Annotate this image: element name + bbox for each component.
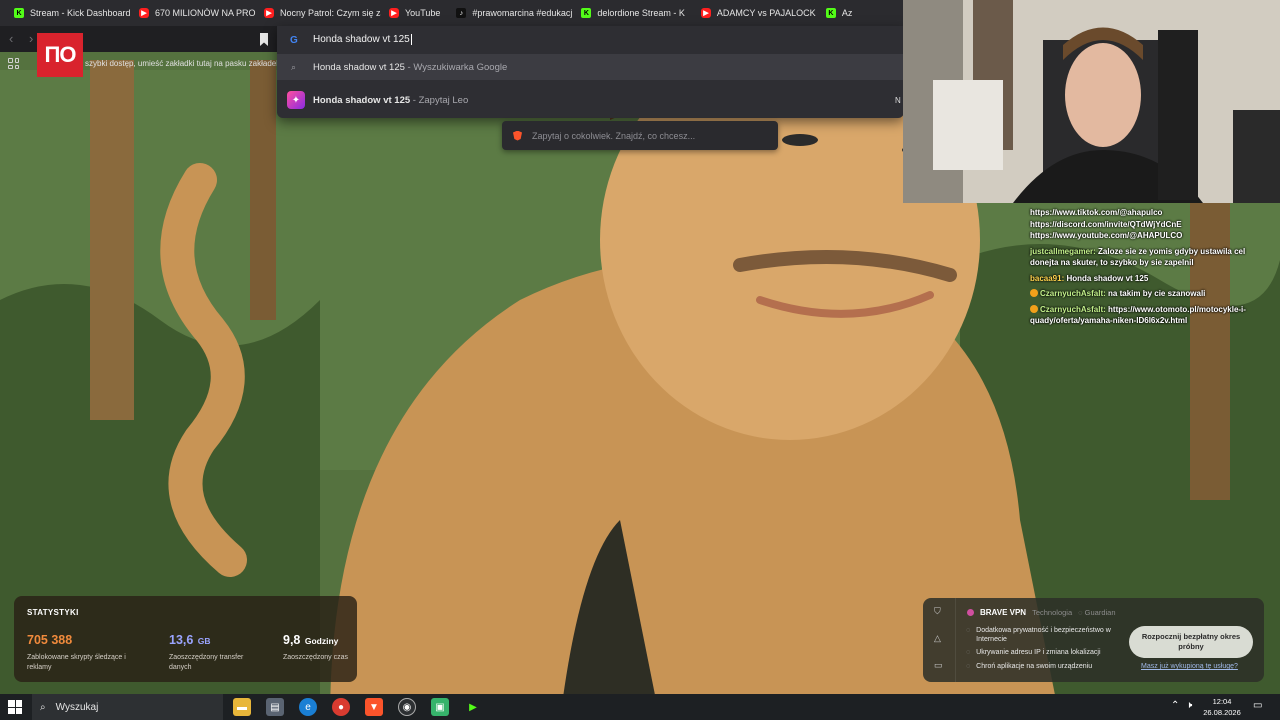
- leo-ask-box[interactable]: Zapytaj o cokolwiek. Znajdź, co chcesz..…: [502, 121, 778, 150]
- chat-message: https://discord.com/invite/QTdWjYdCnE: [1030, 219, 1182, 229]
- chat-message: https://www.youtube.com/@AHAPULCO: [1030, 231, 1183, 240]
- forward-icon[interactable]: ›: [29, 31, 33, 46]
- stat-description: Zaoszczędzony transfer danych: [169, 654, 244, 671]
- time: 12:04: [1212, 697, 1232, 706]
- vpn-logo-icon: [967, 609, 974, 616]
- vpn-feature: ◌ Dodatkowa prywatność i bezpieczeństwo w…: [966, 627, 1111, 643]
- youtube-icon: ▶: [389, 8, 399, 18]
- kick-icon: K: [581, 8, 592, 18]
- clock[interactable]: 12:04 26.08.2026: [1197, 696, 1247, 718]
- windows-start-icon[interactable]: [8, 700, 22, 714]
- kick-icon: K: [825, 8, 836, 18]
- bookmark-item[interactable]: Kdelordione Stream - K: [573, 8, 693, 18]
- stat-trackers: 705 388 Zablokowane skrypty śledzące i r…: [27, 631, 137, 673]
- chrome-icon[interactable]: ●: [332, 698, 350, 716]
- chat-message: https://www.tiktok.com/@ahapulco: [1030, 208, 1163, 217]
- chat-username: bacaa91:: [1030, 273, 1065, 283]
- youtube-icon: ▶: [700, 8, 711, 18]
- stat-unit: Godziny: [304, 636, 339, 646]
- obs-icon[interactable]: ◉: [398, 698, 416, 716]
- bookmark-item[interactable]: ▶ Nocny Patrol: Czym się za: [256, 8, 381, 18]
- stat-description: Zaoszczędzony czas: [283, 654, 348, 661]
- chat-message: CzarnyuchAsfalt: https://www.otomoto.pl/…: [1030, 304, 1246, 325]
- stat-value: 9,8: [283, 633, 301, 647]
- privacy-stats-card: STATYSTYKI 705 388 Zablokowane skrypty ś…: [14, 596, 357, 682]
- vpn-feature: ◌ Ukrywanie adresu IP i zmiana lokalizacj…: [966, 649, 1101, 656]
- start-trial-button[interactable]: Rozpocznij bezpłatny okres próbny: [1129, 626, 1253, 658]
- bookmark-item[interactable]: ▶ 670 MILIONÓW NA PROM: [131, 8, 256, 18]
- search-icon: ⌕: [40, 701, 46, 713]
- chat-badge-icon: [1030, 304, 1038, 313]
- back-icon[interactable]: ‹: [9, 31, 13, 46]
- chat-message: justcallmegamer: Zaloze sie ze yomis gdy…: [1030, 246, 1246, 268]
- date: 26.08.2026: [1203, 708, 1241, 717]
- streamer-logo: ΠO: [37, 33, 83, 77]
- brave-lion-icon: [513, 130, 522, 141]
- address-bar[interactable]: G Honda shadow vt 125: [277, 26, 904, 54]
- bullet-icon: ◌: [966, 627, 971, 634]
- bookmark-item[interactable]: ▶ ADAMCY vs PAJALOCK K: [693, 8, 818, 18]
- vpn-feature: ◌ Chroń aplikacje na swoim urządzeniu: [966, 663, 1093, 670]
- stats-title: STATYSTYKI: [27, 608, 79, 617]
- brave-icon[interactable]: ▼: [365, 698, 383, 716]
- suggestion-google[interactable]: ⌕ Honda shadow vt 125 - Wyszukiwarka Goo…: [277, 54, 904, 80]
- chat-username: CzarnyuchAsfalt:: [1040, 289, 1106, 298]
- tray-chevron-icon[interactable]: ⌃: [1171, 700, 1179, 711]
- truncated-text: N: [895, 96, 901, 105]
- suggestion-leo[interactable]: ✦ Honda shadow vt 125 - Zapytaj Leo: [277, 86, 904, 114]
- chat-badge-icon: [1030, 289, 1038, 297]
- notifications-icon[interactable]: ▭: [1253, 700, 1262, 711]
- shield-icon[interactable]: ⛉: [934, 606, 941, 617]
- bullet-icon: ◌: [966, 663, 971, 670]
- card-icon[interactable]: ▭: [934, 660, 943, 671]
- vpn-header: BRAVE VPN Technologia ◌ Guardian: [967, 608, 1116, 617]
- stat-description: Zablokowane skrypty śledzące i reklamy: [27, 654, 126, 671]
- kick-app-icon[interactable]: ▶: [464, 698, 482, 716]
- stat-time: 9,8 Godziny Zaoszczędzony czas: [283, 631, 353, 663]
- stream-chat: https://www.tiktok.com/@ahapulco https:/…: [1030, 207, 1270, 331]
- leo-placeholder: Zapytaj o cokolwiek. Znajdź, co chcesz..…: [532, 130, 696, 141]
- bullet-icon: ◌: [966, 649, 971, 656]
- tiktok-icon: ♪: [456, 8, 467, 18]
- bookmark-star-icon[interactable]: [259, 33, 269, 46]
- volume-icon[interactable]: 🕨: [1186, 700, 1192, 711]
- stat-bandwidth: 13,6 GB Zaoszczędzony transfer danych: [169, 631, 259, 673]
- youtube-icon: ▶: [264, 8, 274, 18]
- edge-icon[interactable]: e: [299, 698, 317, 716]
- taskbar-search[interactable]: ⌕ Wyszukaj: [32, 694, 223, 720]
- address-input[interactable]: Honda shadow vt 125: [313, 34, 410, 45]
- taskbar-search-placeholder: Wyszukaj: [55, 701, 99, 713]
- brave-vpn-card: ⛉ △ ▭ BRAVE VPN Technologia ◌ Guardian ◌…: [923, 598, 1264, 682]
- file-explorer-icon[interactable]: ▬: [233, 698, 251, 716]
- apps-grid-icon[interactable]: [8, 58, 19, 69]
- bookmark-item[interactable]: ♪ #prawomarcina #edukacj: [448, 8, 573, 18]
- youtube-icon: ▶: [139, 8, 149, 18]
- omnibox-dropdown: G Honda shadow vt 125 ⌕ Honda shadow vt …: [277, 26, 904, 118]
- stat-value: 13,6: [169, 633, 194, 647]
- app-icon[interactable]: ▣: [431, 698, 449, 716]
- bookmarks-hint: szybki dostęp, umieść zakładki tutaj na …: [85, 59, 281, 68]
- text-caret: [410, 34, 412, 45]
- bookmark-item[interactable]: K Az: [818, 8, 861, 18]
- chat-username: justcallmegamer:: [1030, 246, 1096, 256]
- webcam-overlay: [903, 0, 1280, 203]
- search-icon: ⌕: [291, 61, 297, 72]
- vpn-sidebar: ⛉ △ ▭: [923, 598, 956, 682]
- kick-icon: K: [14, 8, 24, 18]
- chat-message: bacaa91: Honda shadow vt 125: [1030, 273, 1149, 283]
- leo-ai-icon: ✦: [287, 91, 305, 109]
- chat-username: CzarnyuchAsfalt:: [1040, 304, 1106, 314]
- windows-taskbar: ⌕ Wyszukaj ▬ ▤ e ● ▼ ◉ ▣ ▶ ⌃ 🕨 12:04 26.…: [0, 694, 1280, 720]
- stat-unit: GB: [197, 636, 211, 646]
- bookmark-item[interactable]: K Stream - Kick Dashboard: [6, 8, 131, 18]
- already-purchased-link[interactable]: Masz już wykupioną tę usługę?: [1141, 663, 1238, 670]
- stat-value: 705 388: [27, 633, 73, 647]
- chat-message: CzarnyuchAsfalt: na takim by cie szanowa…: [1030, 288, 1270, 300]
- bookmark-item[interactable]: ▶ YouTube: [381, 8, 448, 18]
- google-icon: G: [290, 35, 298, 46]
- warning-icon[interactable]: △: [934, 633, 941, 644]
- app-icon[interactable]: ▤: [266, 698, 284, 716]
